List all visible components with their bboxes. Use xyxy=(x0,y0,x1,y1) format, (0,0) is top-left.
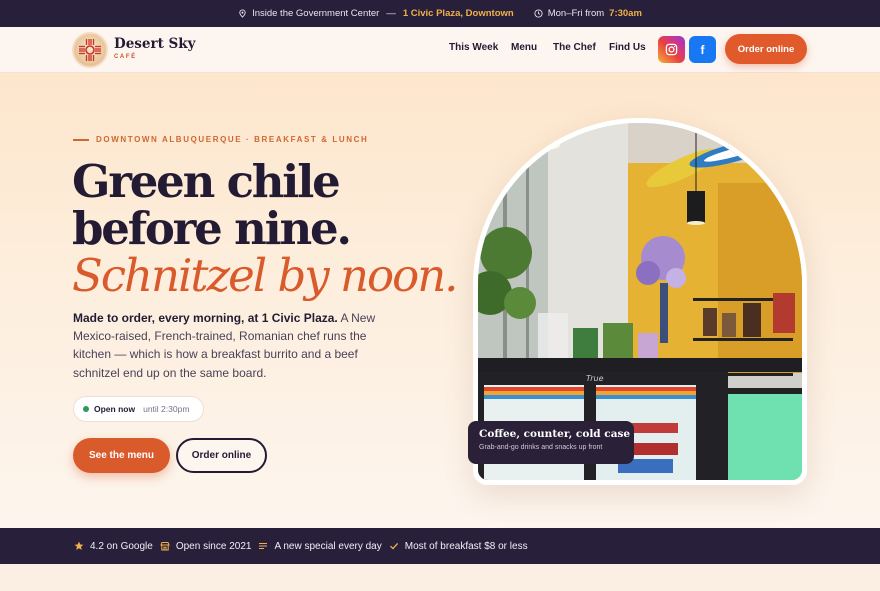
hero-eyebrow: DOWNTOWN ALBUQUERQUE · BREAKFAST & LUNCH xyxy=(73,135,368,144)
highlight-rating: 4.2 on Google xyxy=(74,541,153,552)
logo[interactable] xyxy=(72,32,108,68)
main-nav: Desert Sky CAFÉ This Week Menu The Chef … xyxy=(0,27,880,73)
sun-logo-icon xyxy=(79,39,101,61)
brand-subtitle: CAFÉ xyxy=(114,54,137,60)
highlight-special-text: A new special every day xyxy=(274,540,382,552)
hero-description-bold: Made to order, every morning, at 1 Civic… xyxy=(73,311,338,325)
headline-line-2: before nine. xyxy=(72,202,352,255)
see-menu-button[interactable]: See the menu xyxy=(73,438,170,473)
headline-line-3: Schnitzel by noon. xyxy=(72,249,458,302)
highlights-strip: 4.2 on Google Open since 2021 A new spec… xyxy=(0,528,880,564)
highlight-special: A new special every day xyxy=(258,540,382,552)
hours-time: 7:30am xyxy=(609,8,642,19)
svg-text:True: True xyxy=(586,374,604,383)
highlight-since-text: Open since 2021 xyxy=(175,540,252,552)
highlight-rating-text: 4.2 on Google xyxy=(90,540,153,552)
open-status-text: Open now xyxy=(94,404,136,414)
instagram-button[interactable] xyxy=(658,36,685,63)
headline-line-1: Green chile xyxy=(72,155,341,208)
photo-caption-subtitle: Grab-and-go drinks and snacks up front xyxy=(479,444,603,451)
eyebrow-dash xyxy=(73,138,89,141)
open-dot-icon xyxy=(83,406,89,412)
order-online-hero-button[interactable]: Order online xyxy=(176,438,267,473)
hero-section: DOWNTOWN ALBUQUERQUE · BREAKFAST & LUNCH… xyxy=(0,73,880,528)
hours-text: Mon–Fri from xyxy=(547,8,605,19)
star-icon xyxy=(74,541,84,550)
brand-name[interactable]: Desert Sky xyxy=(114,36,195,52)
instagram-icon xyxy=(665,43,678,56)
nav-link-find-us[interactable]: Find Us xyxy=(609,42,646,53)
photo-caption-title: Coffee, counter, cold case xyxy=(479,428,631,440)
next-section-edge xyxy=(0,564,880,591)
list-icon xyxy=(259,542,268,550)
nav-link-this-week[interactable]: This Week xyxy=(449,42,498,53)
address-link[interactable]: 1 Civic Plaza, Downtown xyxy=(403,8,514,19)
nav-link-the-chef[interactable]: The Chef xyxy=(553,42,596,53)
highlight-price-text: Most of breakfast $8 or less xyxy=(404,540,528,552)
eyebrow-text: DOWNTOWN ALBUQUERQUE · BREAKFAST & LUNCH xyxy=(96,135,369,144)
photo-caption: Coffee, counter, cold case Grab-and-go d… xyxy=(468,421,634,464)
location-text: Inside the Government Center xyxy=(252,8,380,19)
highlight-since: Open since 2021 xyxy=(160,540,252,552)
facebook-button[interactable]: f xyxy=(689,36,716,63)
check-icon xyxy=(389,542,398,550)
pin-icon xyxy=(238,9,247,18)
highlight-price: Most of breakfast $8 or less xyxy=(389,541,528,552)
nav-link-menu[interactable]: Menu xyxy=(511,42,537,53)
clock-icon xyxy=(534,9,543,18)
top-info-bar: Inside the Government Center — 1 Civic P… xyxy=(0,0,880,27)
open-until-text: until 2:30pm xyxy=(143,404,190,414)
store-icon xyxy=(160,542,170,551)
facebook-icon: f xyxy=(700,42,705,57)
open-status-badge: Open now until 2:30pm xyxy=(73,396,204,422)
order-online-nav-button[interactable]: Order online xyxy=(725,34,807,64)
location-separator: — xyxy=(386,8,396,19)
hero-description: Made to order, every morning, at 1 Civic… xyxy=(73,309,403,382)
